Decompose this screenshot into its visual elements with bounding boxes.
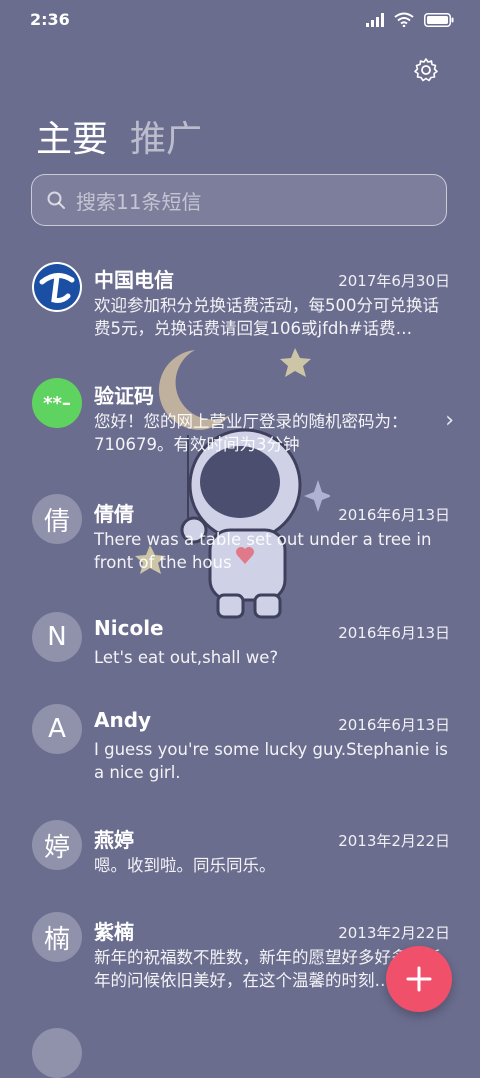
contact-avatar: N: [32, 612, 82, 662]
search-icon: [47, 191, 65, 209]
message-preview: I guess you're some lucky guy.Stephanie …: [94, 740, 448, 782]
message-preview: 嗯。收到啦。同乐同乐。: [94, 856, 276, 875]
contact-name: 紫楠: [94, 920, 134, 944]
conversation-row-partial[interactable]: [0, 1028, 480, 1078]
contact-avatar: 婷: [32, 820, 82, 870]
search-placeholder: 搜索11条短信: [76, 189, 202, 214]
message-preview: 您好！您的网上营业厅登录的随机密码为：710679。有效时间为3分钟: [94, 412, 408, 454]
message-date: 2016年6月13日: [338, 506, 450, 524]
message-preview: 欢迎参加积分兑换话费活动，每500分可兑换话费5元，兑换话费请回复106或jfd…: [94, 296, 439, 338]
conversation-row[interactable]: **– 验证码 您好！您的网上营业厅登录的随机密码为：710679。有效时间为3…: [0, 366, 480, 476]
message-date: 2017年6月30日: [338, 272, 450, 290]
tab-primary[interactable]: 主要: [36, 110, 108, 162]
chevron-right-icon[interactable]: ›: [445, 408, 454, 433]
message-date: 2013年2月22日: [338, 832, 450, 850]
verification-code-avatar: **–: [32, 378, 82, 428]
conversation-row[interactable]: 中国电信 2017年6月30日 欢迎参加积分兑换话费活动，每500分可兑换话费5…: [0, 250, 480, 360]
contact-name: 倩倩: [94, 502, 134, 526]
contact-name: 验证码: [94, 384, 154, 408]
contact-name: 中国电信: [94, 268, 174, 292]
plus-icon: [406, 966, 432, 992]
message-date: 2016年6月13日: [338, 624, 450, 642]
china-telecom-logo-avatar: [32, 262, 82, 312]
status-bar: 2:36: [0, 0, 480, 40]
status-icons: [366, 12, 454, 27]
message-date: 2016年6月13日: [338, 716, 450, 734]
new-message-button[interactable]: [386, 946, 452, 1012]
conversation-row[interactable]: A Andy 2016年6月13日 I guess you're some lu…: [0, 696, 480, 806]
signal-icon: [366, 12, 384, 27]
message-preview: Let's eat out,shall we?: [94, 648, 279, 667]
search-input[interactable]: 搜索11条短信: [31, 174, 447, 226]
conversation-row[interactable]: 倩 倩倩 2016年6月13日 There was a table set ou…: [0, 484, 480, 594]
status-time: 2:36: [30, 10, 70, 29]
wifi-icon: [394, 12, 414, 27]
message-date: 2013年2月22日: [338, 924, 450, 942]
conversation-row[interactable]: N Nicole 2016年6月13日 Let's eat out,shall …: [0, 602, 480, 692]
contact-avatar: [32, 1028, 82, 1078]
contact-avatar: A: [32, 704, 82, 754]
conversation-row[interactable]: 婷 燕婷 2013年2月22日 嗯。收到啦。同乐同乐。: [0, 812, 480, 902]
message-preview: There was a table set out under a tree i…: [94, 530, 432, 572]
battery-icon: [424, 12, 454, 27]
tab-promotions[interactable]: 推广: [130, 110, 202, 162]
tab-bar: 主要 推广: [36, 110, 202, 162]
contact-name: Andy: [94, 708, 152, 732]
settings-gear-icon[interactable]: [412, 56, 440, 84]
contact-avatar: 倩: [32, 494, 82, 544]
contact-avatar: 楠: [32, 912, 82, 962]
contact-name: 燕婷: [94, 828, 134, 852]
contact-name: Nicole: [94, 616, 164, 640]
